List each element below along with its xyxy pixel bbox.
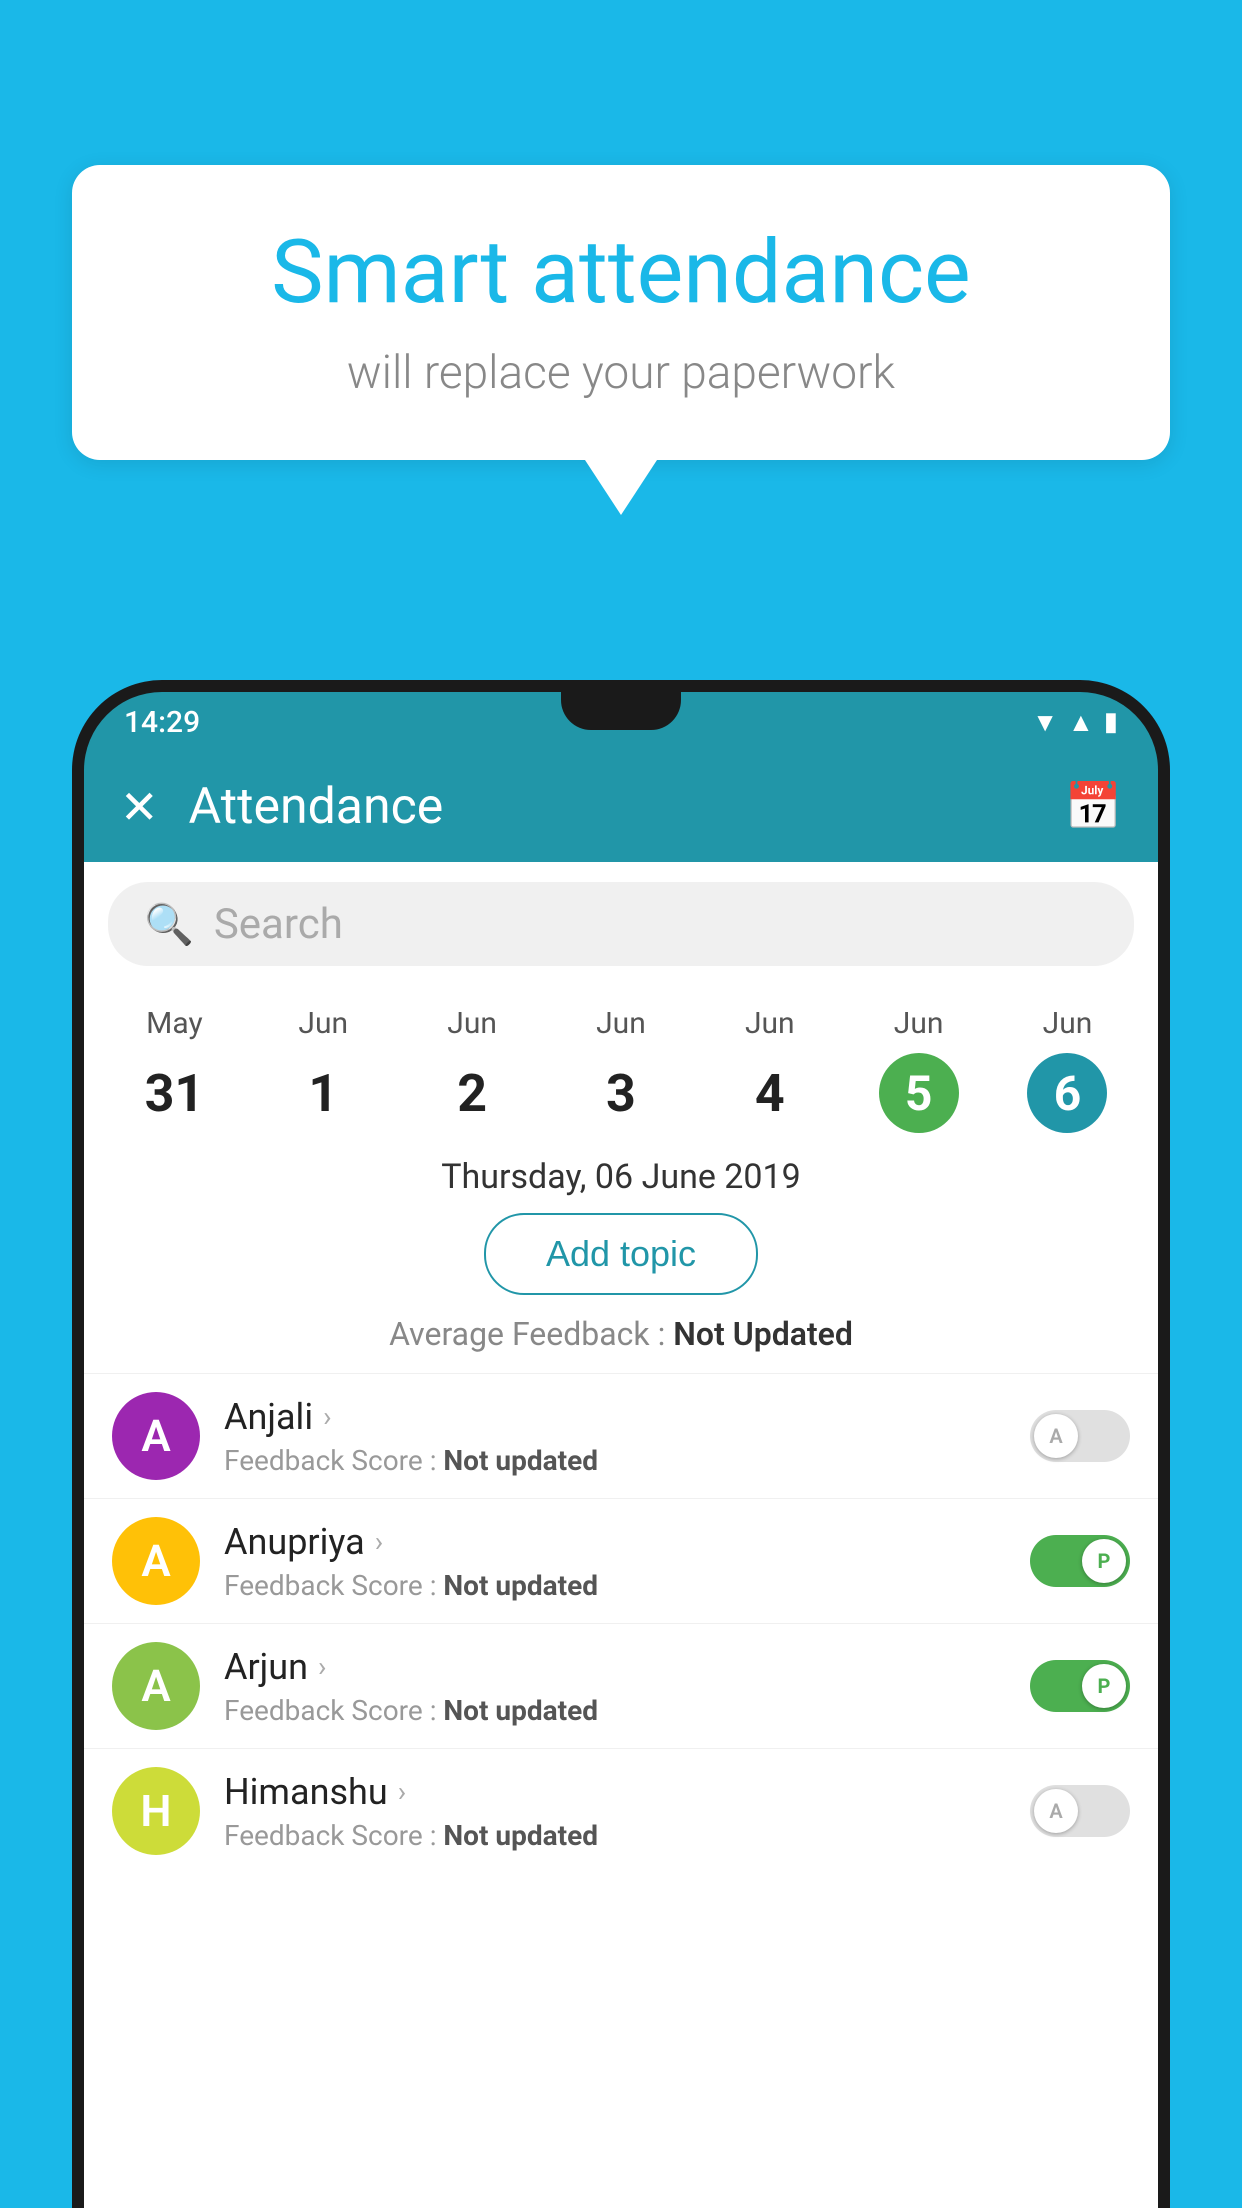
speech-bubble-container: Smart attendance will replace your paper… [72, 165, 1170, 515]
student-info: Anjali › Feedback Score : Not updated [224, 1396, 1006, 1477]
student-name[interactable]: Arjun › [224, 1646, 1006, 1688]
day-month: Jun [447, 1006, 497, 1041]
day-month: May [146, 1006, 202, 1041]
student-info: Himanshu › Feedback Score : Not updated [224, 1771, 1006, 1852]
student-feedback: Feedback Score : Not updated [224, 1444, 1006, 1477]
calendar-icon[interactable]: 📅 [1065, 780, 1122, 834]
search-placeholder: Search [214, 900, 343, 949]
selected-date-label: Thursday, 06 June 2019 [84, 1157, 1158, 1197]
calendar-day-4[interactable]: Jun 4 [730, 1006, 810, 1133]
student-info: Anupriya › Feedback Score : Not updated [224, 1521, 1006, 1602]
student-avatar: H [112, 1767, 200, 1855]
calendar-day-6[interactable]: Jun 6 [1027, 1006, 1107, 1133]
calendar-row: May 31 Jun 1 Jun 2 Jun 3 Jun 4 Jun 5 Jun 6 [84, 986, 1158, 1133]
day-number[interactable]: 6 [1027, 1053, 1107, 1133]
wifi-icon: ▼ [1032, 707, 1058, 738]
search-icon: 🔍 [144, 901, 194, 948]
day-number[interactable]: 1 [283, 1053, 363, 1133]
attendance-toggle[interactable]: P [1030, 1535, 1130, 1587]
close-icon[interactable]: ✕ [120, 780, 159, 835]
student-item-1: AAnupriya ›Feedback Score : Not updated … [84, 1498, 1158, 1623]
avg-feedback-value: Not Updated [673, 1315, 853, 1353]
screen-content: 🔍 Search May 31 Jun 1 Jun 2 Jun 3 Jun 4 Jun 5 Jun 6 T… [84, 862, 1158, 2208]
toggle-on[interactable]: P [1030, 1660, 1130, 1712]
status-icons: ▼ ▲ ▮ [1032, 707, 1118, 738]
chevron-icon: › [323, 1400, 331, 1433]
battery-icon: ▮ [1104, 707, 1118, 737]
chevron-icon: › [375, 1525, 383, 1558]
student-info: Arjun › Feedback Score : Not updated [224, 1646, 1006, 1727]
student-list: A Anjali › Feedback Score : Not updated A … [84, 1373, 1158, 1873]
phone-inner: 14:29 ▼ ▲ ▮ ✕ Attendance 📅 🔍 Search [84, 692, 1158, 2208]
toggle-off[interactable]: A [1030, 1410, 1130, 1462]
day-number[interactable]: 4 [730, 1053, 810, 1133]
toggle-knob: P [1082, 1539, 1126, 1583]
student-name[interactable]: Himanshu › [224, 1771, 1006, 1813]
student-item-2: A Arjun › Feedback Score : Not updated P [84, 1623, 1158, 1748]
day-number[interactable]: 5 [879, 1053, 959, 1133]
attendance-toggle[interactable]: A [1030, 1410, 1130, 1462]
student-feedback: Feedback Score : Not updated [224, 1694, 1006, 1727]
day-month: Jun [745, 1006, 795, 1041]
student-name[interactable]: Anjali › [224, 1396, 1006, 1438]
bubble-title: Smart attendance [152, 225, 1090, 322]
day-month: Jun [1043, 1006, 1093, 1041]
toggle-knob: A [1034, 1789, 1078, 1833]
student-feedback: Feedback Score : Not updated [224, 1569, 1006, 1602]
speech-bubble: Smart attendance will replace your paper… [72, 165, 1170, 460]
add-topic-button[interactable]: Add topic [484, 1213, 758, 1295]
app-bar: ✕ Attendance 📅 [84, 752, 1158, 862]
calendar-day-0[interactable]: May 31 [134, 1006, 214, 1133]
status-bar: 14:29 ▼ ▲ ▮ [84, 692, 1158, 752]
student-avatar: A [112, 1392, 200, 1480]
day-month: Jun [596, 1006, 646, 1041]
app-bar-title: Attendance [189, 778, 444, 836]
status-time: 14:29 [124, 705, 200, 740]
average-feedback: Average Feedback : Not Updated [84, 1315, 1158, 1353]
phone-frame: 14:29 ▼ ▲ ▮ ✕ Attendance 📅 🔍 Search [72, 680, 1170, 2208]
notch [561, 692, 681, 730]
day-number[interactable]: 2 [432, 1053, 512, 1133]
student-avatar: A [112, 1642, 200, 1730]
bubble-subtitle: will replace your paperwork [152, 346, 1090, 400]
day-number[interactable]: 3 [581, 1053, 661, 1133]
avg-feedback-label: Average Feedback : [389, 1315, 665, 1353]
attendance-toggle[interactable]: A [1030, 1785, 1130, 1837]
student-feedback: Feedback Score : Not updated [224, 1819, 1006, 1852]
signal-icon: ▲ [1068, 707, 1094, 738]
chevron-icon: › [318, 1650, 326, 1683]
speech-bubble-tail [585, 460, 657, 515]
attendance-toggle[interactable]: P [1030, 1660, 1130, 1712]
student-name[interactable]: Anupriya › [224, 1521, 1006, 1563]
app-bar-left: ✕ Attendance [120, 778, 443, 836]
day-number[interactable]: 31 [134, 1053, 214, 1133]
day-month: Jun [894, 1006, 944, 1041]
toggle-off[interactable]: A [1030, 1785, 1130, 1837]
student-item-3: HHimanshu ›Feedback Score : Not updated … [84, 1748, 1158, 1873]
student-avatar: A [112, 1517, 200, 1605]
toggle-on[interactable]: P [1030, 1535, 1130, 1587]
toggle-knob: A [1034, 1414, 1078, 1458]
calendar-day-2[interactable]: Jun 2 [432, 1006, 512, 1133]
calendar-day-3[interactable]: Jun 3 [581, 1006, 661, 1133]
calendar-day-1[interactable]: Jun 1 [283, 1006, 363, 1133]
day-month: Jun [298, 1006, 348, 1041]
chevron-icon: › [398, 1775, 406, 1808]
toggle-knob: P [1082, 1664, 1126, 1708]
search-bar[interactable]: 🔍 Search [108, 882, 1134, 966]
student-item-0: A Anjali › Feedback Score : Not updated A [84, 1373, 1158, 1498]
calendar-day-5[interactable]: Jun 5 [879, 1006, 959, 1133]
